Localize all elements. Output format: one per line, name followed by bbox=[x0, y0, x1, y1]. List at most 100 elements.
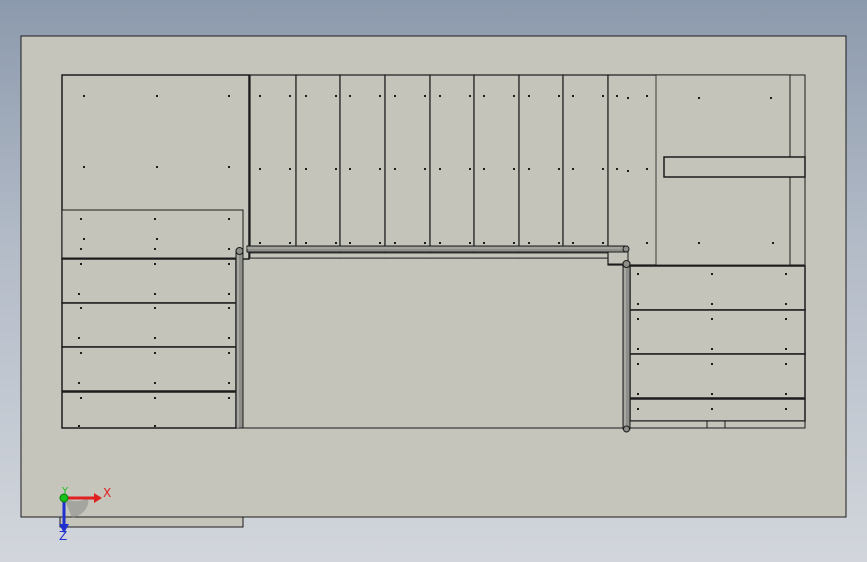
bolt-hole bbox=[602, 242, 604, 244]
bolt-hole bbox=[711, 273, 713, 275]
bolt-hole bbox=[289, 242, 291, 244]
landing-inner-panel bbox=[61, 209, 244, 259]
bolt-hole bbox=[711, 363, 713, 365]
bolt-hole bbox=[228, 95, 230, 97]
stair-step-notch bbox=[706, 420, 726, 429]
bolt-hole bbox=[616, 95, 618, 97]
bolt-hole bbox=[513, 242, 515, 244]
bolt-hole bbox=[80, 248, 82, 250]
bolt-hole bbox=[156, 95, 158, 97]
bolt-hole bbox=[394, 95, 396, 97]
handrail-right bbox=[622, 262, 631, 430]
bolt-hole bbox=[228, 397, 230, 399]
bolt-hole bbox=[558, 95, 560, 97]
bolt-hole bbox=[572, 95, 574, 97]
bolt-hole bbox=[439, 95, 441, 97]
bolt-hole bbox=[154, 248, 156, 250]
stair-step bbox=[629, 309, 806, 355]
bolt-hole bbox=[228, 218, 230, 220]
bolt-hole bbox=[154, 293, 156, 295]
bolt-hole bbox=[154, 218, 156, 220]
bolt-hole bbox=[513, 95, 515, 97]
bolt-hole bbox=[305, 95, 307, 97]
bolt-hole bbox=[637, 348, 639, 350]
bolt-hole bbox=[424, 168, 426, 170]
bolt-hole bbox=[770, 97, 772, 99]
landing-beam bbox=[663, 156, 806, 178]
bolt-hole bbox=[646, 242, 648, 244]
upper-stair-treads bbox=[249, 74, 609, 259]
bolt-hole bbox=[711, 393, 713, 395]
bolt-hole bbox=[469, 168, 471, 170]
bolt-hole bbox=[228, 293, 230, 295]
bolt-hole bbox=[154, 425, 156, 427]
bolt-hole bbox=[379, 95, 381, 97]
bolt-hole bbox=[627, 170, 629, 172]
bolt-hole bbox=[335, 95, 337, 97]
bolt-hole bbox=[637, 393, 639, 395]
handrail-left bbox=[235, 249, 244, 429]
bolt-hole bbox=[228, 382, 230, 384]
bolt-hole bbox=[637, 318, 639, 320]
bolt-hole bbox=[646, 95, 648, 97]
bolt-hole bbox=[78, 337, 80, 339]
stair-step bbox=[629, 398, 806, 422]
bolt-hole bbox=[228, 307, 230, 309]
stair-tread bbox=[473, 74, 520, 259]
bolt-hole bbox=[335, 168, 337, 170]
cad-model-view[interactable] bbox=[0, 0, 867, 562]
bolt-hole bbox=[483, 168, 485, 170]
bolt-hole bbox=[154, 307, 156, 309]
graphics-viewport[interactable]: X Y Z bbox=[0, 0, 867, 562]
bolt-hole bbox=[785, 273, 787, 275]
stair-tread bbox=[339, 74, 386, 259]
bolt-hole bbox=[154, 397, 156, 399]
bolt-hole bbox=[78, 293, 80, 295]
bolt-hole bbox=[558, 242, 560, 244]
bolt-hole bbox=[558, 168, 560, 170]
bolt-hole bbox=[637, 303, 639, 305]
bolt-hole bbox=[698, 97, 700, 99]
bolt-hole bbox=[305, 168, 307, 170]
bolt-hole bbox=[711, 303, 713, 305]
stair-step bbox=[61, 346, 237, 392]
bolt-hole bbox=[379, 242, 381, 244]
bolt-hole bbox=[483, 242, 485, 244]
bolt-hole bbox=[80, 263, 82, 265]
bolt-hole bbox=[394, 168, 396, 170]
bolt-hole bbox=[156, 166, 158, 168]
bolt-hole bbox=[154, 337, 156, 339]
bolt-hole bbox=[259, 242, 261, 244]
bolt-hole bbox=[528, 168, 530, 170]
bolt-hole bbox=[80, 397, 82, 399]
bolt-hole bbox=[711, 318, 713, 320]
stair-tread bbox=[384, 74, 431, 259]
bolt-hole bbox=[513, 168, 515, 170]
stair-step bbox=[61, 391, 237, 429]
bolt-hole bbox=[785, 318, 787, 320]
left-stair-flight bbox=[61, 258, 237, 429]
bolt-hole bbox=[637, 273, 639, 275]
bolt-hole bbox=[349, 95, 351, 97]
bolt-hole bbox=[785, 393, 787, 395]
stair-tread bbox=[249, 74, 297, 259]
bolt-hole bbox=[228, 248, 230, 250]
bolt-hole bbox=[228, 263, 230, 265]
bolt-hole bbox=[424, 95, 426, 97]
bolt-hole bbox=[785, 408, 787, 410]
bolt-hole bbox=[785, 348, 787, 350]
bolt-hole bbox=[154, 263, 156, 265]
bolt-hole bbox=[80, 352, 82, 354]
bolt-hole bbox=[772, 242, 774, 244]
bolt-hole bbox=[289, 95, 291, 97]
bolt-hole bbox=[228, 166, 230, 168]
bolt-hole bbox=[616, 168, 618, 170]
bolt-hole bbox=[698, 242, 700, 244]
stair-step bbox=[61, 302, 237, 348]
bolt-hole bbox=[602, 168, 604, 170]
bolt-hole bbox=[785, 303, 787, 305]
bolt-hole bbox=[572, 242, 574, 244]
bolt-hole bbox=[289, 168, 291, 170]
bolt-hole bbox=[637, 363, 639, 365]
bolt-hole bbox=[228, 337, 230, 339]
